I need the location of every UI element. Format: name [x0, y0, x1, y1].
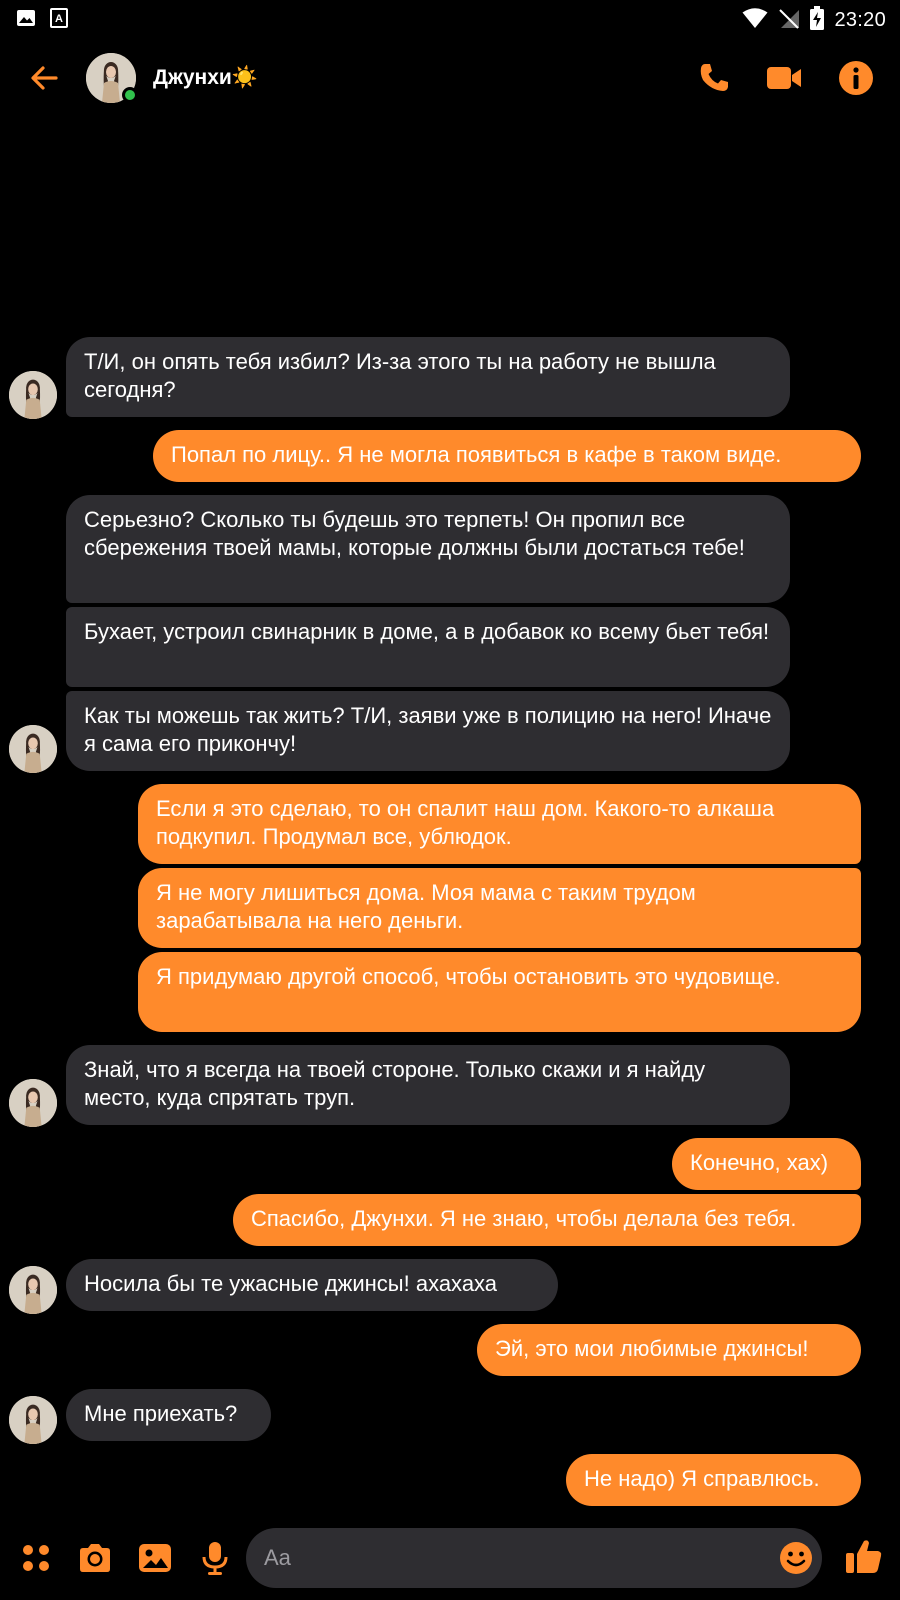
outgoing-message[interactable]: Не надо) Я справлюсь. — [566, 1454, 861, 1506]
camera-button[interactable] — [77, 1540, 113, 1576]
back-arrow-icon — [26, 66, 66, 102]
incoming-message[interactable]: Знай, что я всегда на твоей стороне. Тол… — [66, 1045, 790, 1125]
image-icon — [16, 8, 36, 33]
outgoing-message[interactable]: Эй, это мои любимые джинсы! — [477, 1324, 861, 1376]
clock-time: 23:20 — [834, 9, 886, 31]
incoming-message[interactable]: Бухает, устроил свинарник в доме, а в до… — [66, 607, 790, 687]
incoming-message[interactable]: Мне приехать? — [66, 1389, 271, 1441]
apps-grid-icon — [18, 1545, 54, 1580]
sender-avatar[interactable] — [9, 1396, 57, 1444]
conversation-header: Джунхи☀️ — [0, 44, 900, 114]
incoming-message[interactable]: Как ты можешь так жить? Т/И, заяви уже в… — [66, 691, 790, 771]
emoji-button[interactable] — [778, 1540, 814, 1576]
incoming-message[interactable]: Серьезно? Сколько ты будешь это терпеть!… — [66, 495, 790, 603]
video-camera-icon — [764, 67, 804, 102]
message-list: Т/И, он опять тебя избил? Из-за этого ты… — [0, 0, 900, 1600]
message-composer — [0, 1520, 900, 1600]
info-icon — [836, 61, 876, 102]
svg-text:A: A — [55, 13, 63, 25]
conversation-info-button[interactable] — [836, 58, 876, 98]
gallery-icon — [137, 1544, 173, 1580]
outgoing-message[interactable]: Я не могу лишиться дома. Моя мама с таки… — [138, 868, 861, 948]
message-input[interactable] — [264, 1528, 744, 1588]
phone-icon — [694, 64, 734, 102]
sender-avatar[interactable] — [9, 1079, 57, 1127]
contact-name[interactable]: Джунхи☀️ — [153, 66, 258, 90]
no-sim-icon — [778, 7, 800, 34]
status-bar: A 23:20 — [0, 0, 900, 36]
incoming-message[interactable]: Носила бы те ужасные джинсы! ахахаха — [66, 1259, 558, 1311]
back-button[interactable] — [26, 58, 66, 98]
voice-call-button[interactable] — [694, 58, 734, 98]
more-actions-button[interactable] — [18, 1540, 54, 1576]
outgoing-message[interactable]: Спасибо, Джунхи. Я не знаю, чтобы делала… — [233, 1194, 861, 1246]
wifi-icon — [742, 7, 768, 34]
like-button[interactable] — [844, 1536, 884, 1576]
battery-charging-icon — [810, 6, 825, 35]
font-a-icon: A — [50, 8, 68, 33]
sender-avatar[interactable] — [9, 371, 57, 419]
outgoing-message[interactable]: Если я это сделаю, то он спалит наш дом.… — [138, 784, 861, 864]
voice-message-button[interactable] — [197, 1540, 233, 1576]
outgoing-message[interactable]: Я придумаю другой способ, чтобы останови… — [138, 952, 861, 1032]
outgoing-message[interactable]: Конечно, хах) — [672, 1138, 861, 1190]
microphone-icon — [197, 1542, 233, 1580]
camera-icon — [77, 1544, 113, 1580]
emoji-icon — [778, 1542, 814, 1580]
outgoing-message[interactable]: Попал по лицу.. Я не могла появиться в к… — [153, 430, 861, 482]
thumbs-up-icon — [844, 1540, 884, 1580]
sender-avatar[interactable] — [9, 1266, 57, 1314]
incoming-message[interactable]: Т/И, он опять тебя избил? Из-за этого ты… — [66, 337, 790, 417]
contact-avatar-button[interactable] — [86, 53, 138, 103]
online-status-dot — [122, 87, 138, 103]
video-call-button[interactable] — [764, 58, 804, 98]
message-input-box[interactable] — [246, 1528, 822, 1588]
sender-avatar[interactable] — [9, 725, 57, 773]
gallery-button[interactable] — [137, 1540, 173, 1576]
